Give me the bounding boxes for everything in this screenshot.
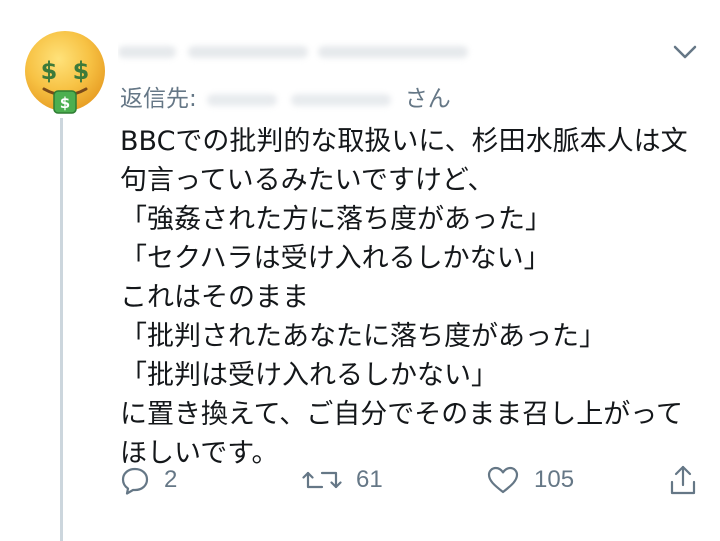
author-name-redacted[interactable]: [118, 34, 498, 68]
reply-to: 返信先: さん: [120, 83, 580, 115]
avatar[interactable]: $ $ $: [20, 27, 110, 117]
tweet-line: 「強姦された方に落ち度があった」: [120, 204, 552, 235]
svg-text:$: $: [60, 94, 70, 112]
tweet-line: これはそのまま: [120, 282, 309, 313]
like-count: 105: [534, 466, 575, 493]
reply-count: 2: [164, 466, 178, 493]
reply-icon: [120, 465, 150, 495]
heart-icon: [486, 465, 520, 495]
tweet-line: に置き換えて、ご自分でそのまま召し上がって: [120, 399, 683, 430]
share-button[interactable]: [668, 463, 698, 497]
svg-text:$: $: [73, 57, 90, 85]
tweet-actions: 2 61 105: [0, 455, 720, 505]
tweet-line: BBCでの批判的な取扱いに、杉田水脈本人は文: [120, 126, 688, 157]
tweet-line: 「セクハラは受け入れるしかない」: [120, 243, 551, 274]
like-button[interactable]: 105: [486, 463, 574, 497]
chevron-down-icon[interactable]: [668, 34, 702, 68]
retweet-button[interactable]: 61: [302, 463, 383, 497]
tweet-line: 句言っているみたいですけど、: [120, 165, 495, 196]
reply-to-suffix: さん: [404, 86, 451, 112]
tweet-text: BBCでの批判的な取扱いに、杉田水脈本人は文 句言っているみたいですけど、 「強…: [120, 122, 705, 473]
retweet-count: 61: [356, 466, 383, 493]
reply-to-prefix: 返信先:: [120, 86, 197, 112]
money-mouth-face-icon: $ $ $: [25, 31, 105, 114]
svg-text:$: $: [41, 57, 58, 85]
retweet-icon: [302, 465, 342, 495]
share-icon: [668, 464, 698, 496]
tweet-line: 「批判は受け入れるしかない」: [120, 360, 498, 391]
tweet-line: 「批判されたあなたに落ち度があった」: [120, 321, 606, 352]
reply-to-handle-redacted[interactable]: [201, 87, 401, 113]
reply-button[interactable]: 2: [120, 463, 177, 497]
